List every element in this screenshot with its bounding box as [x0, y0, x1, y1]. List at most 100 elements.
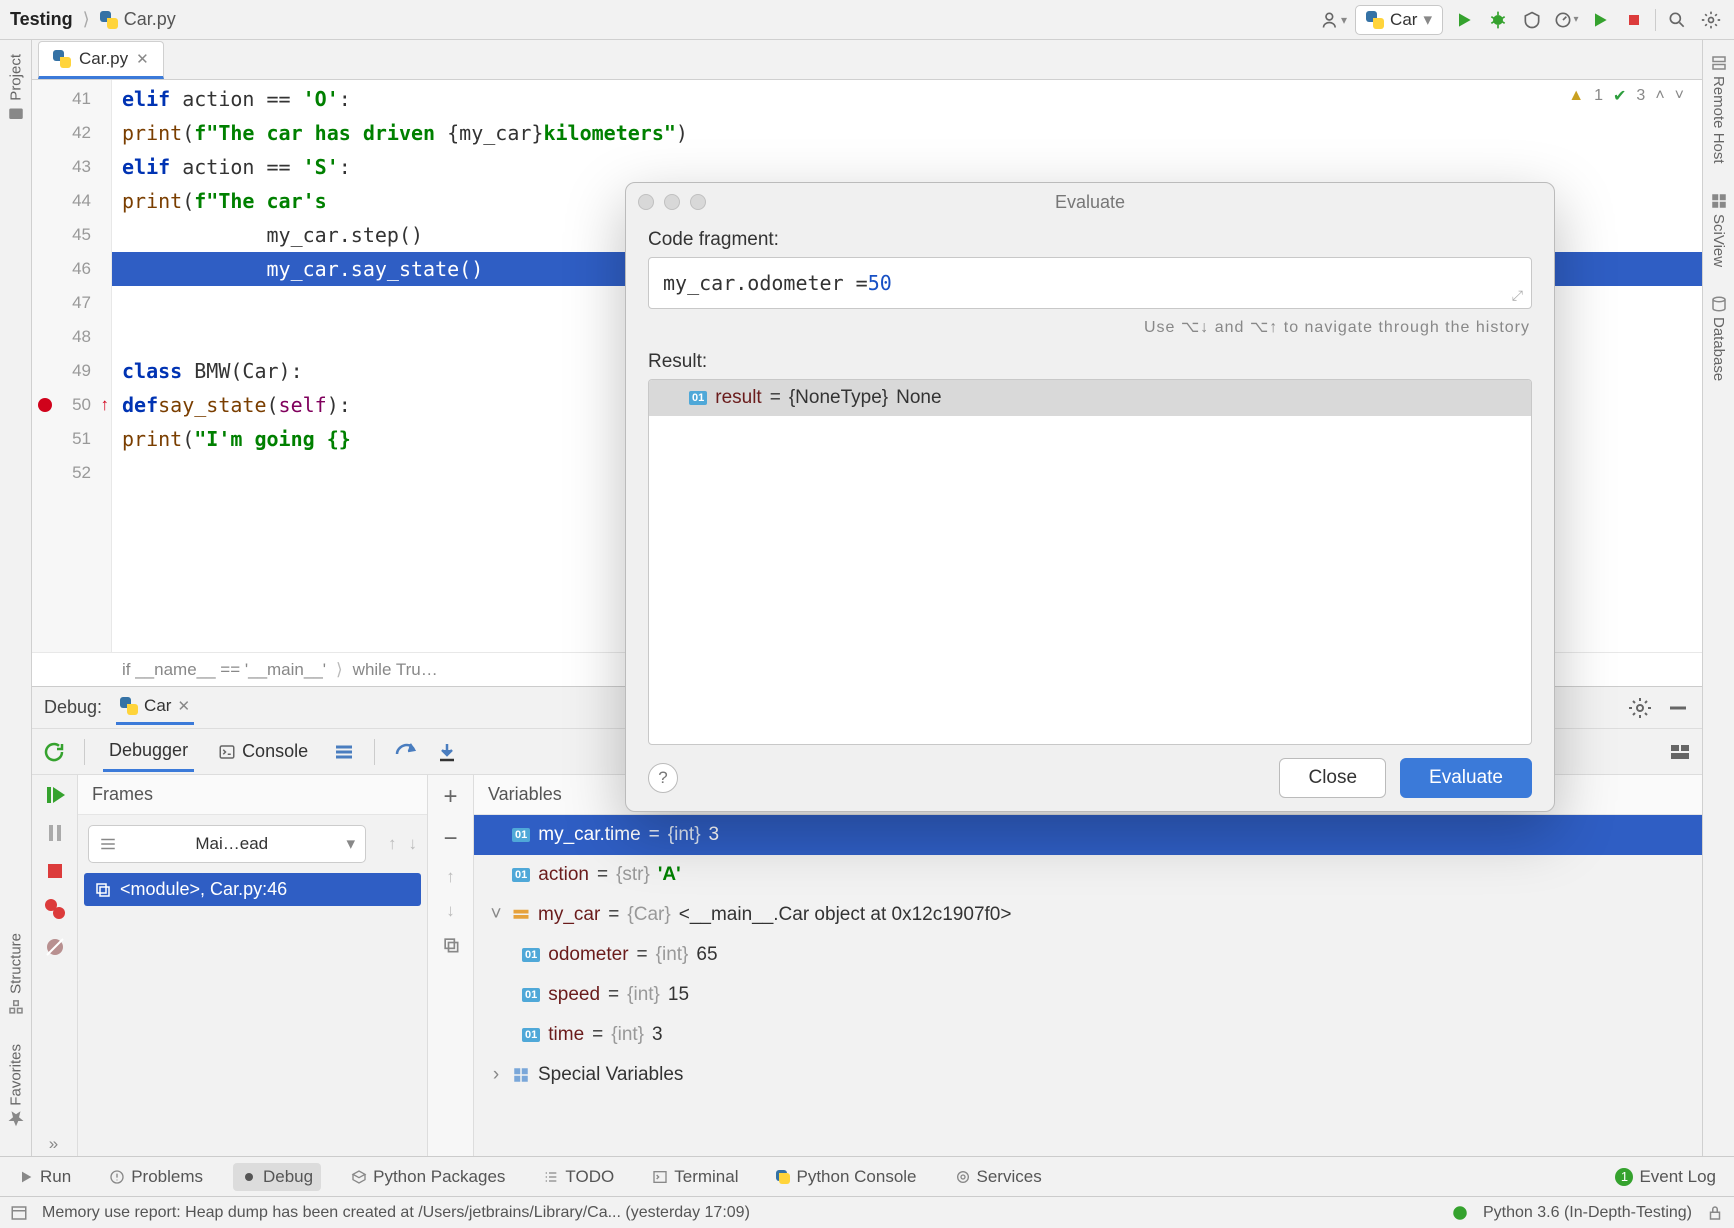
- status-message[interactable]: Memory use report: Heap dump has been cr…: [42, 1204, 750, 1222]
- structure-tool-button[interactable]: Structure: [7, 925, 25, 1024]
- vcs-user-icon[interactable]: ▾: [1321, 7, 1347, 33]
- dropdown-icon: ▾: [1423, 10, 1432, 30]
- step-into-icon[interactable]: [435, 740, 459, 764]
- settings-gear-icon[interactable]: [1698, 7, 1724, 33]
- database-tool-button[interactable]: Database: [1710, 287, 1728, 389]
- left-tool-strip: Project Structure Favorites: [0, 40, 32, 1156]
- terminal-tab[interactable]: Terminal: [644, 1163, 746, 1191]
- todo-tab[interactable]: TODO: [535, 1163, 622, 1191]
- packages-tab[interactable]: Python Packages: [343, 1163, 513, 1191]
- layout-settings-icon[interactable]: [1668, 740, 1692, 764]
- evaluate-button[interactable]: Evaluate: [1400, 758, 1532, 798]
- coverage-button[interactable]: [1519, 7, 1545, 33]
- next-frame-icon[interactable]: ↓: [409, 834, 428, 854]
- debug-settings-gear-icon[interactable]: [1628, 696, 1652, 720]
- tool-window-toggle-icon[interactable]: [10, 1204, 28, 1222]
- expand-input-icon[interactable]: ⤢: [1512, 288, 1523, 304]
- mute-breakpoints-icon[interactable]: [43, 935, 67, 959]
- history-hint: Use ⌥↓ and ⌥↑ to navigate through the hi…: [648, 317, 1530, 337]
- remote-host-tool-button[interactable]: Remote Host: [1710, 46, 1728, 172]
- watch-row[interactable]: 01 my_car.time = {int} 3: [474, 815, 1702, 855]
- prev-frame-icon[interactable]: ↑: [382, 834, 403, 854]
- down-icon[interactable]: ↓: [446, 901, 455, 921]
- window-minimize-icon[interactable]: [664, 194, 680, 210]
- hide-panel-icon[interactable]: [1666, 696, 1690, 720]
- project-tool-button[interactable]: Project: [7, 46, 25, 131]
- code-fragment-input[interactable]: my_car.odometer = 50 ⤢: [648, 257, 1532, 309]
- window-zoom-icon[interactable]: [690, 194, 706, 210]
- prev-highlight-icon[interactable]: ˄: [1655, 87, 1664, 105]
- value-badge-icon: 01: [689, 391, 707, 405]
- dialog-titlebar[interactable]: Evaluate: [626, 183, 1554, 221]
- expand-icon[interactable]: ›: [488, 1064, 504, 1086]
- breadcrumb-project[interactable]: Testing: [10, 9, 73, 30]
- more-run-icon[interactable]: [1587, 7, 1613, 33]
- lock-icon[interactable]: [1706, 1204, 1724, 1222]
- run-button[interactable]: [1451, 7, 1477, 33]
- variable-row[interactable]: 01 action = {str} 'A': [474, 855, 1702, 895]
- gutter[interactable]: 41 42 43 44 45 46 47 48 49 50 51 52: [32, 80, 112, 652]
- run-config-selector[interactable]: Car ▾: [1355, 5, 1443, 35]
- stop-button[interactable]: [1621, 7, 1647, 33]
- more-icon[interactable]: »: [43, 1132, 67, 1156]
- run-tab[interactable]: Run: [10, 1163, 79, 1191]
- copy-icon[interactable]: [441, 935, 461, 960]
- search-icon[interactable]: [1664, 7, 1690, 33]
- resume-icon[interactable]: [43, 783, 67, 807]
- debug-button[interactable]: [1485, 7, 1511, 33]
- pause-icon[interactable]: [43, 821, 67, 845]
- stop-icon[interactable]: [43, 859, 67, 883]
- variable-row[interactable]: 01 time = {int} 3: [474, 1015, 1702, 1055]
- thread-dump-icon[interactable]: [332, 740, 356, 764]
- crumb-2[interactable]: while Tru…: [353, 660, 438, 680]
- step-over-icon[interactable]: [393, 740, 417, 764]
- expand-icon[interactable]: ˅: [488, 904, 504, 926]
- remove-watch-icon[interactable]: −: [443, 825, 457, 853]
- variable-row[interactable]: 01 odometer = {int} 65: [474, 935, 1702, 975]
- breadcrumb[interactable]: Testing Car.py: [10, 9, 176, 30]
- frames-header: Frames: [78, 775, 427, 815]
- inspection-badges[interactable]: ▲1 ✔3 ˄ ˅: [1568, 86, 1684, 106]
- variable-row[interactable]: › Special Variables: [474, 1055, 1702, 1095]
- profile-button[interactable]: ▾: [1553, 7, 1579, 33]
- rerun-icon[interactable]: [42, 740, 66, 764]
- close-tab-icon[interactable]: ✕: [136, 50, 149, 68]
- warning-icon[interactable]: ▲: [1568, 87, 1584, 105]
- vars-controls-strip: + − ↑ ↓: [428, 775, 474, 1156]
- run-config-name: Car: [1390, 10, 1417, 30]
- crumb-1[interactable]: if __name__ == '__main__': [122, 660, 326, 680]
- debug-session-tab[interactable]: Car ✕: [116, 690, 194, 725]
- variable-row[interactable]: ˅ my_car = {Car} <__main__.Car object at…: [474, 895, 1702, 935]
- frames-panel: Frames Mai…ead ▾ ↑ ↓ <module>, Car.py:46: [78, 775, 428, 1156]
- debugger-tab[interactable]: Debugger: [103, 732, 194, 772]
- debug-tab[interactable]: Debug: [233, 1163, 321, 1191]
- console-tab[interactable]: Console: [212, 733, 314, 770]
- interpreter-icon[interactable]: [1451, 1204, 1469, 1222]
- breadcrumb-file[interactable]: Car.py: [124, 9, 176, 30]
- result-row[interactable]: 01 result = {NoneType} None: [649, 380, 1531, 416]
- result-box[interactable]: 01 result = {NoneType} None: [648, 379, 1532, 745]
- help-button[interactable]: ?: [648, 763, 678, 793]
- event-log-tab[interactable]: 1Event Log: [1607, 1163, 1724, 1191]
- favorites-tool-button[interactable]: Favorites: [7, 1036, 25, 1136]
- python-icon: [120, 697, 138, 715]
- window-close-icon[interactable]: [638, 194, 654, 210]
- interpreter-label[interactable]: Python 3.6 (In-Depth-Testing): [1483, 1204, 1692, 1222]
- next-highlight-icon[interactable]: ˅: [1675, 87, 1684, 105]
- value-badge-icon: 01: [512, 868, 530, 882]
- stack-frame[interactable]: <module>, Car.py:46: [84, 873, 421, 906]
- variable-row[interactable]: 01 speed = {int} 15: [474, 975, 1702, 1015]
- close-icon[interactable]: ✕: [177, 697, 190, 715]
- value-badge-icon: 01: [522, 1028, 540, 1042]
- view-breakpoints-icon[interactable]: [43, 897, 67, 921]
- thread-selector[interactable]: Mai…ead ▾: [88, 825, 366, 863]
- problems-tab[interactable]: Problems: [101, 1163, 211, 1191]
- up-icon[interactable]: ↑: [446, 867, 455, 887]
- close-button[interactable]: Close: [1279, 758, 1386, 798]
- sciview-tool-button[interactable]: SciView: [1710, 184, 1728, 275]
- ok-check-icon[interactable]: ✔: [1613, 86, 1626, 106]
- services-tab[interactable]: Services: [947, 1163, 1050, 1191]
- python-console-tab[interactable]: Python Console: [768, 1163, 924, 1191]
- editor-tab-car[interactable]: Car.py ✕: [38, 41, 164, 79]
- add-watch-icon[interactable]: +: [443, 783, 457, 811]
